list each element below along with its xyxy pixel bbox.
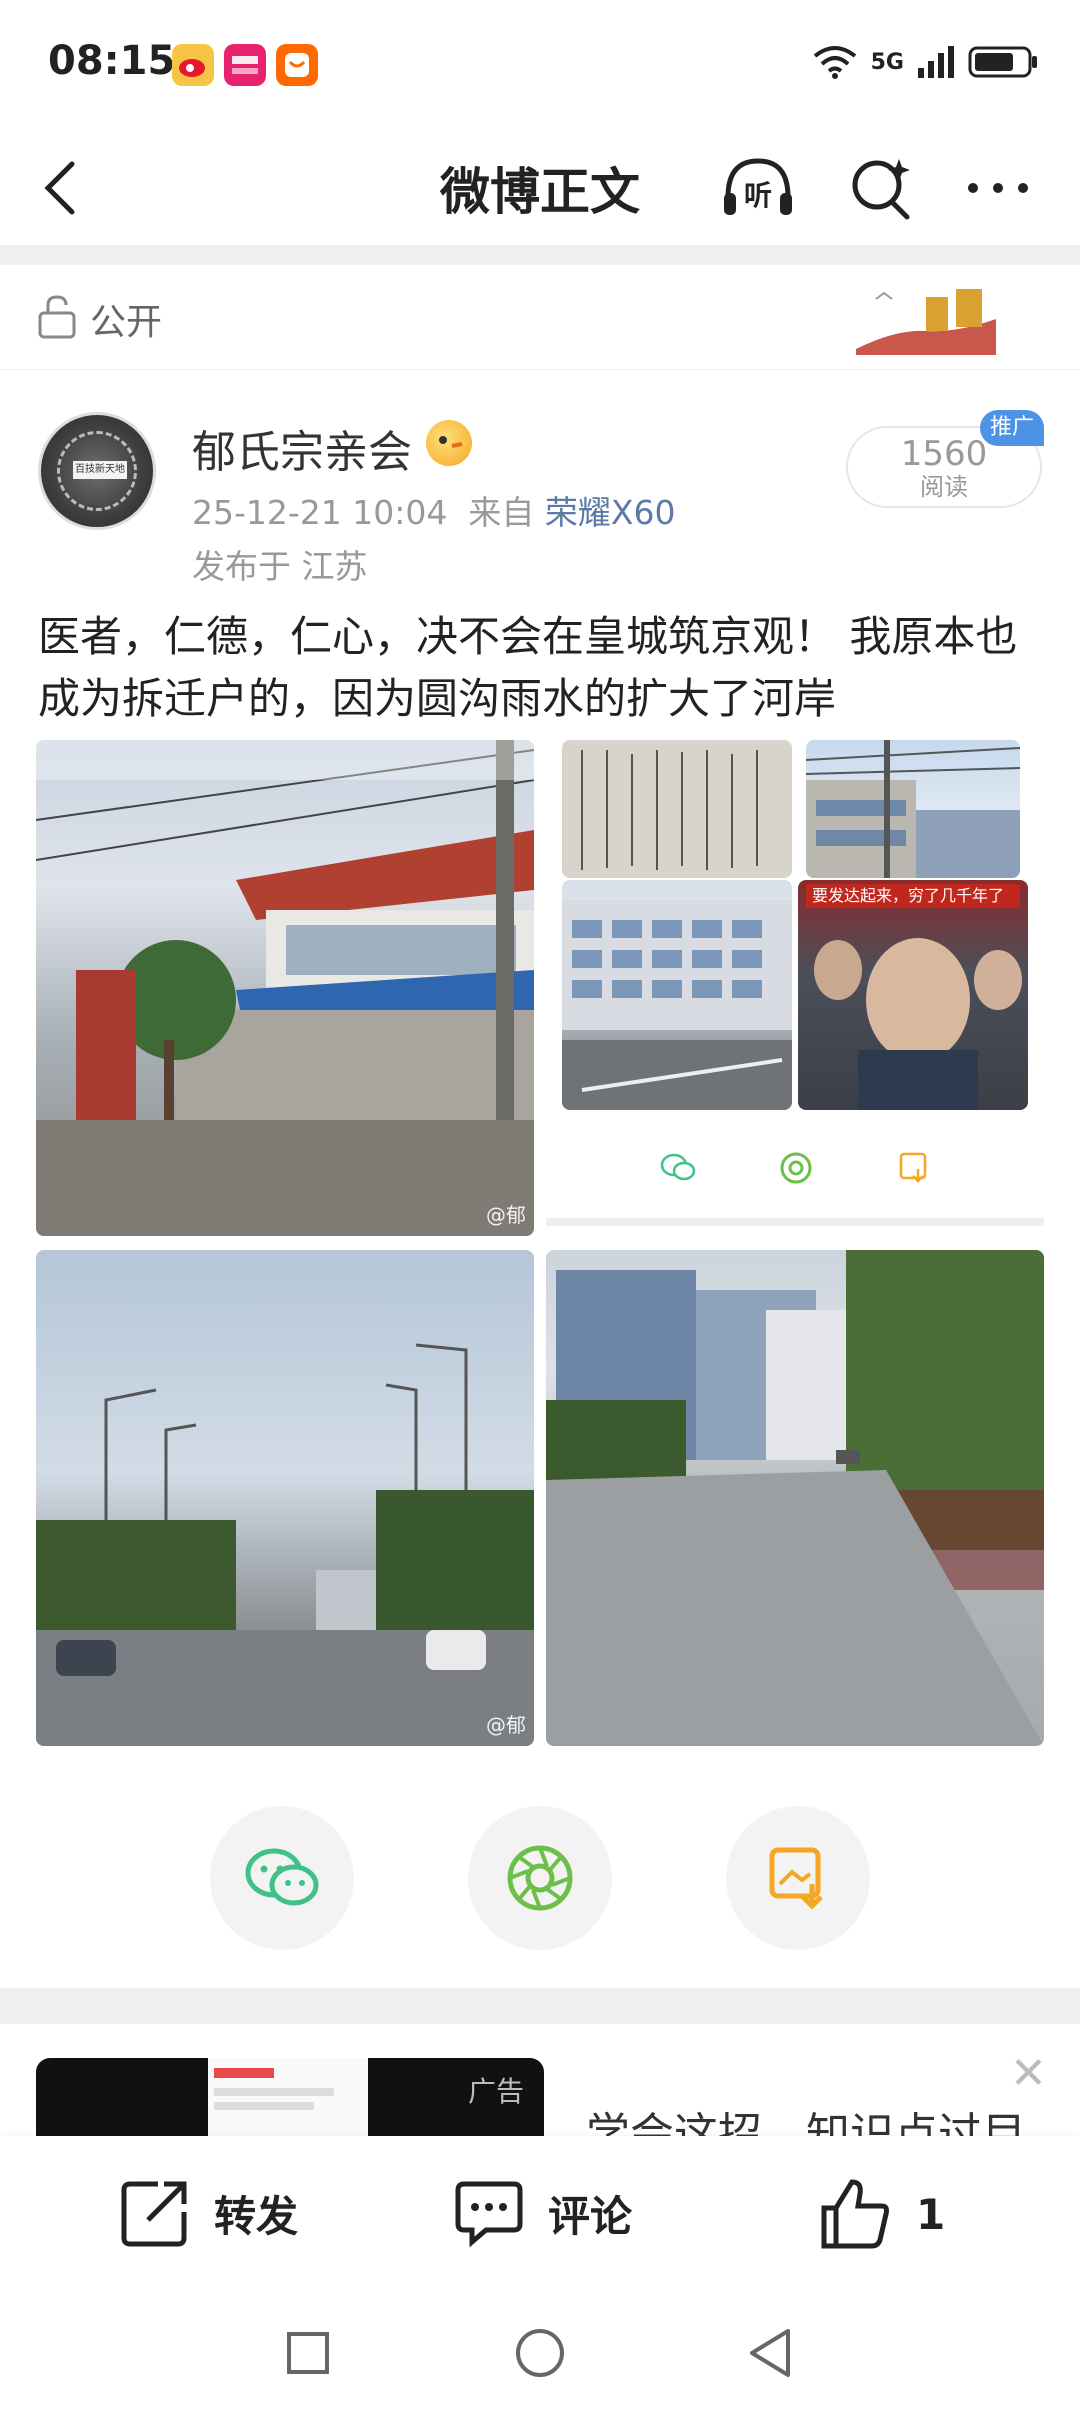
nav-bar: 微博正文 听 [0, 130, 1080, 245]
post-location: 发布于 江苏 [192, 547, 368, 586]
moments-icon [507, 1845, 573, 1911]
share-wechat-button[interactable] [210, 1806, 354, 1950]
avatar-text: 百技新天地 [73, 461, 127, 479]
separator [0, 1988, 1080, 2024]
status-bar: 08:15 5G [0, 0, 1080, 130]
visibility-label: 公开 [90, 302, 163, 343]
battery-icon [968, 46, 1037, 78]
back-nav-icon[interactable] [740, 2323, 800, 2383]
recents-icon[interactable] [278, 2323, 338, 2383]
factory-building-photo[interactable] [806, 740, 1020, 878]
weibo-app-icon [172, 44, 214, 86]
source-prefix: 来自 [468, 493, 535, 532]
comment-icon [455, 2181, 523, 2248]
image-watermark: @郁 [486, 1203, 526, 1227]
repost-button[interactable]: 转发 [118, 2176, 298, 2250]
mini-share-sheet [546, 1126, 1044, 1226]
ad-text[interactable]: 学会这招，知识点过目 [586, 2098, 1026, 2138]
save-image-icon[interactable] [894, 1148, 934, 1188]
avatar[interactable]: 百技新天地 [38, 412, 156, 530]
ad-label: 广告 [467, 2075, 524, 2108]
listen-icon[interactable]: 听 [718, 148, 798, 228]
save-image-icon [769, 1847, 823, 1910]
wechat-icon[interactable] [658, 1148, 698, 1188]
visibility-row[interactable]: 公开 [0, 265, 1080, 370]
taobao-app-icon [276, 44, 318, 86]
moments-icon[interactable] [776, 1148, 816, 1188]
shopping-app-icon [224, 44, 266, 86]
system-nav-bar [0, 2301, 1080, 2412]
wechat-icon [245, 1848, 319, 1906]
author-name[interactable]: 郁氏宗亲会 [192, 416, 412, 480]
close-icon[interactable]: ✕ [1010, 2048, 1047, 2099]
share-moments-button[interactable] [468, 1806, 612, 1950]
post-device[interactable]: 荣耀X60 [545, 493, 676, 532]
promo-tag: 推广 [980, 410, 1044, 446]
separator [0, 245, 1080, 265]
empty-road-factories-photo[interactable] [546, 1250, 1044, 1746]
search-icon[interactable] [842, 148, 922, 228]
like-button[interactable]: 1 [818, 2176, 945, 2252]
image-watermark: @郁 [486, 1713, 526, 1737]
thumbs-up-icon [821, 2179, 889, 2249]
comment-label: 评论 [548, 2191, 633, 2241]
signal-icon [918, 46, 954, 78]
ad-thumbnail[interactable]: 广告 [36, 2058, 544, 2136]
status-indicators: 5G [811, 44, 1040, 80]
svg-text:听: 听 [744, 179, 772, 212]
like-count: 1 [916, 2189, 946, 2239]
handwritten-document-photo[interactable] [562, 740, 792, 878]
ad-screen-preview [208, 2058, 368, 2136]
post-meta: 25-12-21 10:04 来自 荣耀X60 [192, 486, 675, 534]
comment-button[interactable]: 评论 [452, 2176, 632, 2250]
unlock-icon [38, 295, 76, 339]
save-image-button[interactable] [726, 1806, 870, 1950]
post-text: 医者，仁德，仁心，决不会在皇城筑京观！ 我原本也成为拆迁户的，因为圆沟雨水的扩大… [38, 612, 1018, 723]
status-time: 08:15 [48, 38, 176, 84]
action-bar: 转发 评论 1 [0, 2136, 1080, 2301]
news-screenshot-photo[interactable]: 要发达起来，穷了几千年了 [798, 880, 1028, 1110]
more-icon[interactable] [958, 148, 1038, 228]
blue-wall-street-photo[interactable]: @郁 [36, 740, 534, 1236]
office-building-street-photo[interactable] [562, 880, 792, 1110]
read-label: 阅读 [920, 473, 968, 501]
vip-badge-icon [426, 420, 472, 466]
network-type: 5G [870, 49, 904, 75]
home-icon[interactable] [510, 2323, 570, 2383]
wifi-icon [813, 46, 856, 79]
post-datetime: 25-12-21 10:04 [192, 493, 448, 532]
great-wall-decoration [856, 289, 996, 355]
repost-icon [121, 2181, 187, 2247]
repost-label: 转发 [214, 2191, 299, 2241]
tree-lined-road-photo[interactable]: @郁 [36, 1250, 534, 1746]
